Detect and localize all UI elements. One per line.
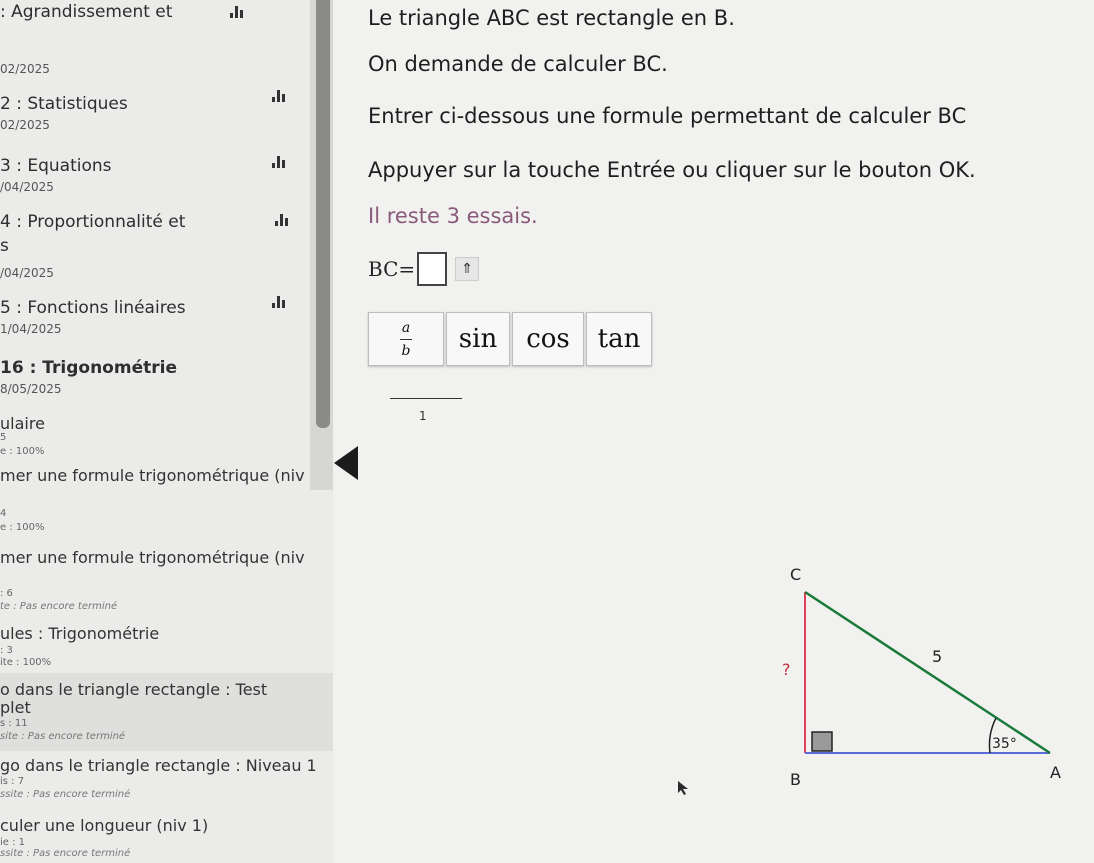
exercise-status: e : 100%: [0, 446, 45, 457]
remaining-attempts: Il reste 3 essais.: [368, 204, 538, 228]
chapter-sidebar: : Agrandissement et 02/2025 2 : Statisti…: [0, 0, 333, 863]
chapter-title-active[interactable]: 16 : Trigonométrie: [0, 358, 177, 378]
right-angle-marker: [811, 731, 833, 752]
exercise-title-continued[interactable]: plet: [0, 698, 31, 717]
fraction-denominator: b: [401, 342, 411, 359]
problem-statement: Le triangle ABC est rectangle en B.: [368, 6, 735, 30]
chapter-title[interactable]: 4 : Proportionnalité et: [0, 212, 185, 232]
exercise-status: e : 100%: [0, 522, 45, 533]
exercise-count: : 6: [0, 588, 13, 599]
hypotenuse-label: 5: [932, 647, 942, 666]
sidebar-scrollbar-thumb[interactable]: [316, 0, 330, 428]
stats-icon[interactable]: [275, 214, 289, 226]
stats-icon[interactable]: [272, 156, 286, 168]
chapter-date: 8/05/2025: [0, 382, 62, 396]
exercise-count: is : 7: [0, 776, 25, 787]
exercise-count: s : 11: [0, 718, 28, 729]
chapter-title[interactable]: 3 : Equations: [0, 156, 112, 176]
exercise-count: 4: [0, 508, 7, 519]
exercise-status: te : Pas encore terminé: [0, 601, 118, 612]
stats-icon[interactable]: [272, 90, 286, 102]
exercise-title[interactable]: mer une formule trigonométrique (niv: [0, 548, 305, 567]
chapter-date: 02/2025: [0, 62, 50, 76]
vertex-b-label: B: [790, 770, 801, 789]
expand-arrow-icon[interactable]: ⇑: [455, 257, 480, 281]
answer-input[interactable]: [417, 252, 448, 286]
exercise-title[interactable]: mer une formule trigonométrique (niv: [0, 466, 305, 485]
exercise-count: ie : 1: [0, 837, 26, 848]
exercise-count: : 3: [0, 645, 13, 656]
chapter-date: /04/2025: [0, 180, 54, 194]
stats-icon[interactable]: [272, 296, 286, 308]
exercise-status: ssite : Pas encore terminé: [0, 848, 131, 859]
toolbar-slider-value: 1: [419, 409, 427, 423]
vertex-c-label: C: [790, 565, 801, 584]
collapse-sidebar-arrow-icon[interactable]: [334, 446, 358, 480]
chapter-title[interactable]: 5 : Fonctions linéaires: [0, 298, 186, 318]
exercise-title[interactable]: ulaire: [0, 414, 45, 433]
exercise-title[interactable]: culer une longueur (niv 1): [0, 816, 208, 835]
exercise-status: site : Pas encore terminé: [0, 731, 126, 742]
instruction-submit: Appuyer sur la touche Entrée ou cliquer …: [368, 158, 976, 182]
answer-label: BC=: [368, 257, 416, 281]
answer-row: BC= ⇑: [368, 252, 480, 286]
problem-question: On demande de calculer BC.: [368, 52, 668, 76]
instruction-formula: Entrer ci-dessous une formule permettant…: [368, 104, 967, 128]
tan-button[interactable]: tan: [586, 312, 652, 366]
angle-label: 35°: [992, 736, 1017, 752]
unknown-side-label: ?: [782, 660, 791, 679]
exercise-title[interactable]: ules : Trigonométrie: [0, 624, 159, 643]
stats-icon[interactable]: [230, 6, 244, 18]
chapter-date: 1/04/2025: [0, 322, 62, 336]
toolbar-slider[interactable]: [390, 398, 462, 399]
exercise-status: ite : 100%: [0, 657, 52, 668]
math-toolbar: a b sin cos tan: [368, 312, 652, 366]
chapter-title[interactable]: 2 : Statistiques: [0, 94, 128, 114]
sin-button[interactable]: sin: [446, 312, 510, 366]
chapter-title-continued[interactable]: s: [0, 236, 9, 256]
triangle-figure: C B A ? 5 35°: [782, 565, 1061, 789]
cos-button[interactable]: cos: [512, 312, 584, 366]
fraction-bar: [400, 338, 412, 340]
side-ca: [804, 590, 1051, 755]
vertex-a-label: A: [1050, 763, 1061, 782]
mouse-cursor-icon: [678, 781, 688, 795]
chapter-date: 02/2025: [0, 118, 50, 132]
exercise-status: ssite : Pas encore terminé: [0, 789, 131, 800]
fraction-button[interactable]: a b: [368, 312, 444, 366]
chapter-title[interactable]: : Agrandissement et: [0, 2, 172, 22]
exercise-title[interactable]: go dans le triangle rectangle : Niveau 1: [0, 756, 317, 775]
chapter-date: /04/2025: [0, 266, 54, 280]
fraction-numerator: a: [401, 319, 411, 336]
exercise-count: 5: [0, 432, 7, 443]
exercise-title[interactable]: o dans le triangle rectangle : Test: [0, 680, 267, 699]
